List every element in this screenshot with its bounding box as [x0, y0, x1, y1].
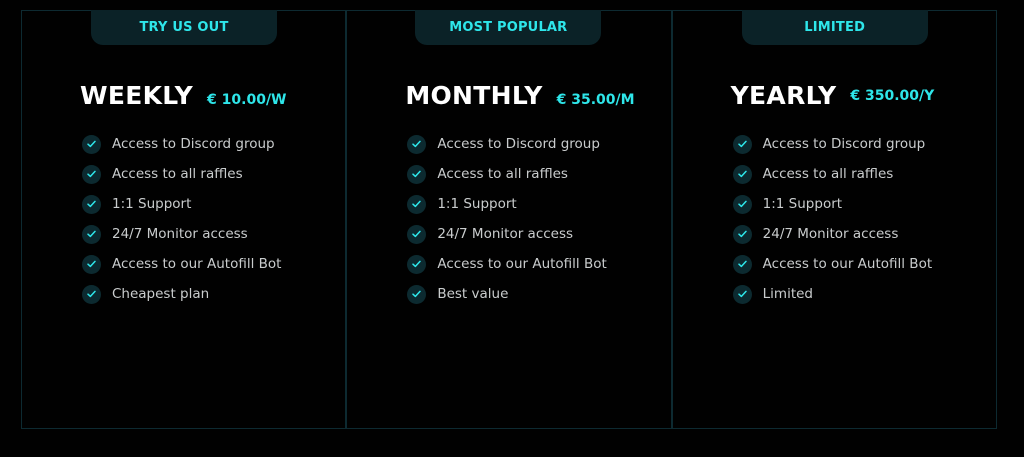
check-circle-icon: [732, 254, 752, 274]
feature-text: Best value: [437, 286, 509, 302]
feature-text: 1:1 Support: [112, 196, 192, 212]
check-circle-icon: [732, 194, 752, 214]
feature-text: 24/7 Monitor access: [437, 226, 574, 242]
feature-item: 24/7 Monitor access: [82, 219, 281, 249]
feature-text: 24/7 Monitor access: [112, 226, 248, 242]
plan-card-yearly[interactable]: LIMITED YEARLY € 350.00/Y Access to Disc…: [673, 10, 996, 428]
plan-name: MONTHLY: [405, 81, 543, 110]
feature-list: Access to Discord group Access to all ra…: [82, 129, 281, 309]
feature-text: Access to Discord group: [762, 136, 926, 152]
feature-text: Access to Discord group: [112, 136, 275, 152]
feature-item: Access to Discord group: [82, 129, 281, 159]
check-circle-icon: [407, 254, 427, 274]
plan-card-monthly[interactable]: MOST POPULAR MONTHLY € 35.00/M Access to…: [347, 10, 673, 428]
feature-item: Access to our Autofill Bot: [82, 249, 281, 279]
check-circle-icon: [407, 194, 427, 214]
feature-item: Best value: [407, 279, 606, 309]
feature-text: Access to our Autofill Bot: [112, 256, 282, 272]
feature-text: Access to our Autofill Bot: [437, 256, 607, 272]
plan-tab-badge: MOST POPULAR: [415, 10, 602, 45]
feature-text: 1:1 Support: [437, 196, 517, 212]
check-circle-icon: [82, 164, 101, 184]
feature-item: Limited: [732, 279, 932, 309]
feature-text: 24/7 Monitor access: [762, 226, 899, 242]
check-circle-icon: [82, 194, 101, 214]
plan-name: YEARLY: [730, 81, 837, 110]
plan-header: MONTHLY € 35.00/M: [405, 81, 634, 110]
feature-text: Access to Discord group: [437, 136, 600, 152]
feature-text: Access to all raffles: [437, 166, 568, 182]
check-circle-icon: [732, 224, 752, 244]
check-circle-icon: [732, 284, 752, 304]
plan-price: € 10.00/W: [207, 92, 287, 108]
feature-item: 24/7 Monitor access: [407, 219, 606, 249]
feature-text: Access to our Autofill Bot: [762, 256, 933, 272]
feature-item: 1:1 Support: [407, 189, 606, 219]
plan-header: WEEKLY € 10.00/W: [80, 81, 287, 110]
feature-text: 1:1 Support: [762, 196, 843, 212]
plan-tab-badge: TRY US OUT: [91, 10, 277, 45]
plan-card-weekly[interactable]: TRY US OUT WEEKLY € 10.00/W Access to Di…: [22, 10, 348, 428]
plan-price: € 350.00/Y: [850, 88, 935, 104]
feature-item: 1:1 Support: [82, 189, 281, 219]
feature-item: 24/7 Monitor access: [732, 219, 932, 249]
pricing-cards: TRY US OUT WEEKLY € 10.00/W Access to Di…: [21, 10, 997, 429]
feature-item: Access to all raffles: [82, 159, 281, 189]
check-circle-icon: [82, 254, 101, 274]
plan-name: WEEKLY: [80, 81, 194, 110]
feature-list: Access to Discord group Access to all ra…: [407, 129, 607, 309]
check-circle-icon: [82, 134, 101, 154]
check-circle-icon: [732, 134, 752, 154]
pricing-section: TRY US OUT WEEKLY € 10.00/W Access to Di…: [0, 0, 1024, 457]
check-circle-icon: [407, 224, 427, 244]
feature-list: Access to Discord group Access to all ra…: [732, 129, 933, 309]
check-circle-icon: [407, 284, 427, 304]
check-circle-icon: [407, 134, 427, 154]
check-circle-icon: [732, 164, 752, 184]
plan-header: YEARLY € 350.00/Y: [731, 81, 935, 110]
feature-item: Access to our Autofill Bot: [407, 249, 607, 279]
feature-text: Limited: [762, 286, 813, 302]
feature-text: Cheapest plan: [112, 286, 210, 302]
feature-text: Access to all raffles: [762, 166, 894, 182]
plan-price: € 35.00/M: [556, 92, 635, 108]
check-circle-icon: [82, 224, 101, 244]
feature-item: Access to all raffles: [407, 159, 606, 189]
feature-item: 1:1 Support: [732, 189, 932, 219]
feature-item: Cheapest plan: [82, 279, 281, 309]
check-circle-icon: [82, 284, 101, 304]
check-circle-icon: [407, 164, 427, 184]
feature-item: Access to all raffles: [732, 159, 932, 189]
feature-text: Access to all raffles: [112, 166, 243, 182]
plan-tab-badge: LIMITED: [741, 10, 928, 45]
feature-item: Access to Discord group: [732, 129, 932, 159]
feature-item: Access to our Autofill Bot: [732, 249, 933, 279]
feature-item: Access to Discord group: [407, 129, 606, 159]
